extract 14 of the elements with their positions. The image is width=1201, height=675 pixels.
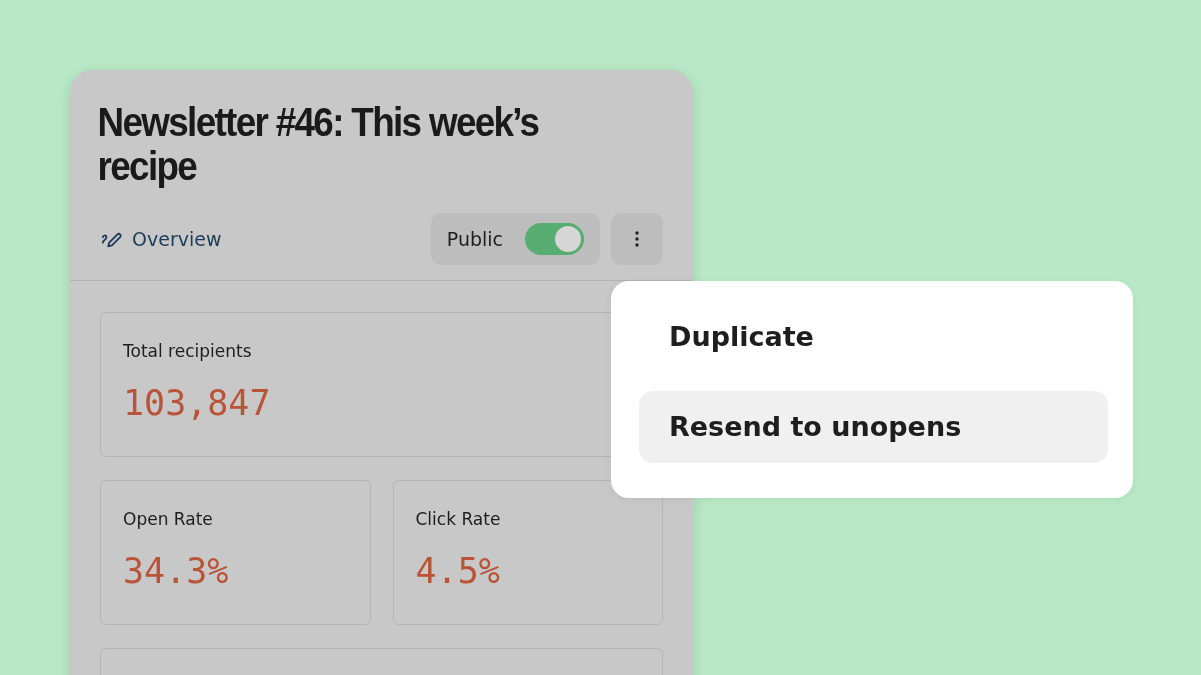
- stat-label: Open Rate: [123, 509, 214, 529]
- stat-label: Total recipients: [123, 341, 253, 361]
- overview-link[interactable]: Overview: [100, 228, 222, 250]
- stat-value: 34.3%: [123, 551, 230, 591]
- newsletter-title: Newsletter #46: This week’s recipe: [96, 99, 540, 188]
- menu-item[interactable]: Duplicate: [639, 301, 1108, 373]
- toggle-label: Public: [446, 228, 503, 250]
- stat-label: Click Rate: [415, 509, 502, 529]
- more-icon: [635, 231, 639, 247]
- stat-value: 4.5%: [415, 551, 501, 591]
- menu-item[interactable]: Resend to unopens: [639, 391, 1108, 463]
- more-options-button[interactable]: [611, 213, 663, 265]
- toggle-switch[interactable]: [525, 223, 584, 255]
- stat-value: 103,847: [123, 383, 272, 423]
